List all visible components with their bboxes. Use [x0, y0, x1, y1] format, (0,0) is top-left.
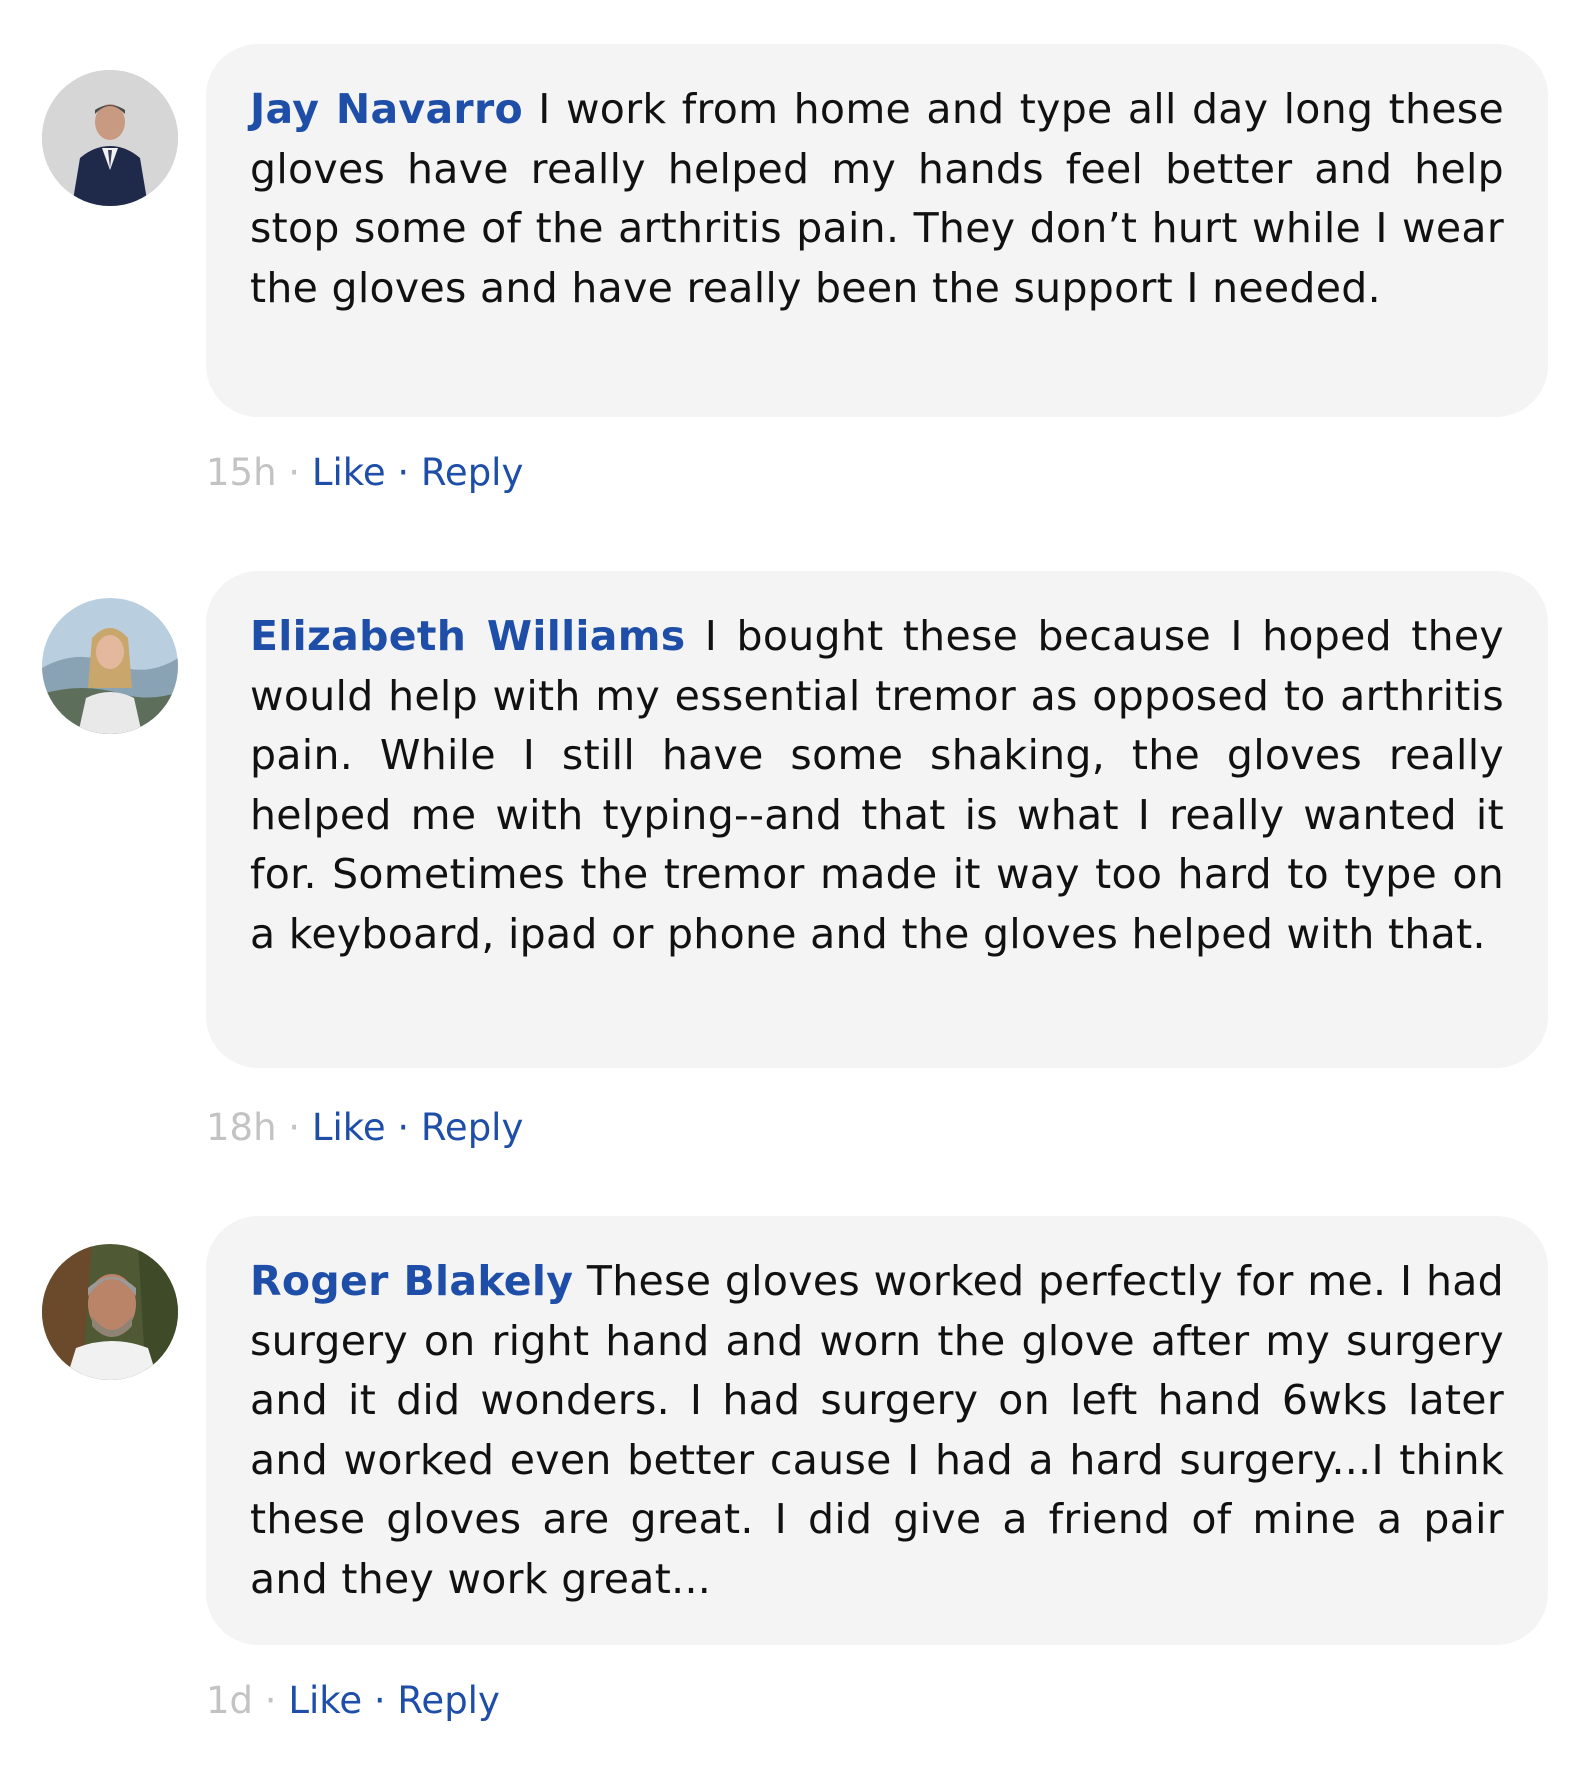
comment-bubble: Jay Navarro I work from home and type al… — [206, 44, 1548, 417]
reply-button[interactable]: Reply — [397, 1679, 499, 1722]
author-name-link[interactable]: Elizabeth Williams — [250, 612, 685, 660]
like-button[interactable]: Like — [288, 1679, 362, 1722]
timestamp: 1d — [206, 1679, 254, 1722]
timestamp: 18h — [206, 1106, 277, 1149]
avatar[interactable] — [42, 598, 178, 734]
man-in-suit-avatar-icon — [42, 70, 178, 206]
timestamp: 15h — [206, 451, 277, 494]
author-name-link[interactable]: Roger Blakely — [250, 1257, 573, 1305]
reply-button[interactable]: Reply — [421, 451, 523, 494]
separator: · — [264, 1679, 277, 1722]
separator: · — [397, 1106, 410, 1149]
separator: · — [397, 451, 410, 494]
comment-meta: 18h · Like · Reply — [206, 1106, 523, 1150]
comment-text: I bought these because I hoped they woul… — [250, 612, 1504, 958]
like-button[interactable]: Like — [312, 451, 386, 494]
separator: · — [288, 1106, 301, 1149]
avatar[interactable] — [42, 1244, 178, 1380]
comment-bubble: Elizabeth Williams I bought these becaus… — [206, 571, 1548, 1068]
comment-meta: 1d · Like · Reply — [206, 1679, 500, 1723]
separator: · — [288, 451, 301, 494]
author-name-link[interactable]: Jay Navarro — [250, 85, 523, 133]
like-button[interactable]: Like — [312, 1106, 386, 1149]
comment-meta: 15h · Like · Reply — [206, 451, 523, 495]
avatar[interactable] — [42, 70, 178, 206]
comment-bubble: Roger Blakely These gloves worked perfec… — [206, 1216, 1548, 1645]
reply-button[interactable]: Reply — [421, 1106, 523, 1149]
woman-outdoors-avatar-icon — [42, 598, 178, 734]
comment-text: These gloves worked perfectly for me. I … — [250, 1257, 1504, 1603]
separator: · — [373, 1679, 386, 1722]
bearded-man-avatar-icon — [42, 1244, 178, 1380]
